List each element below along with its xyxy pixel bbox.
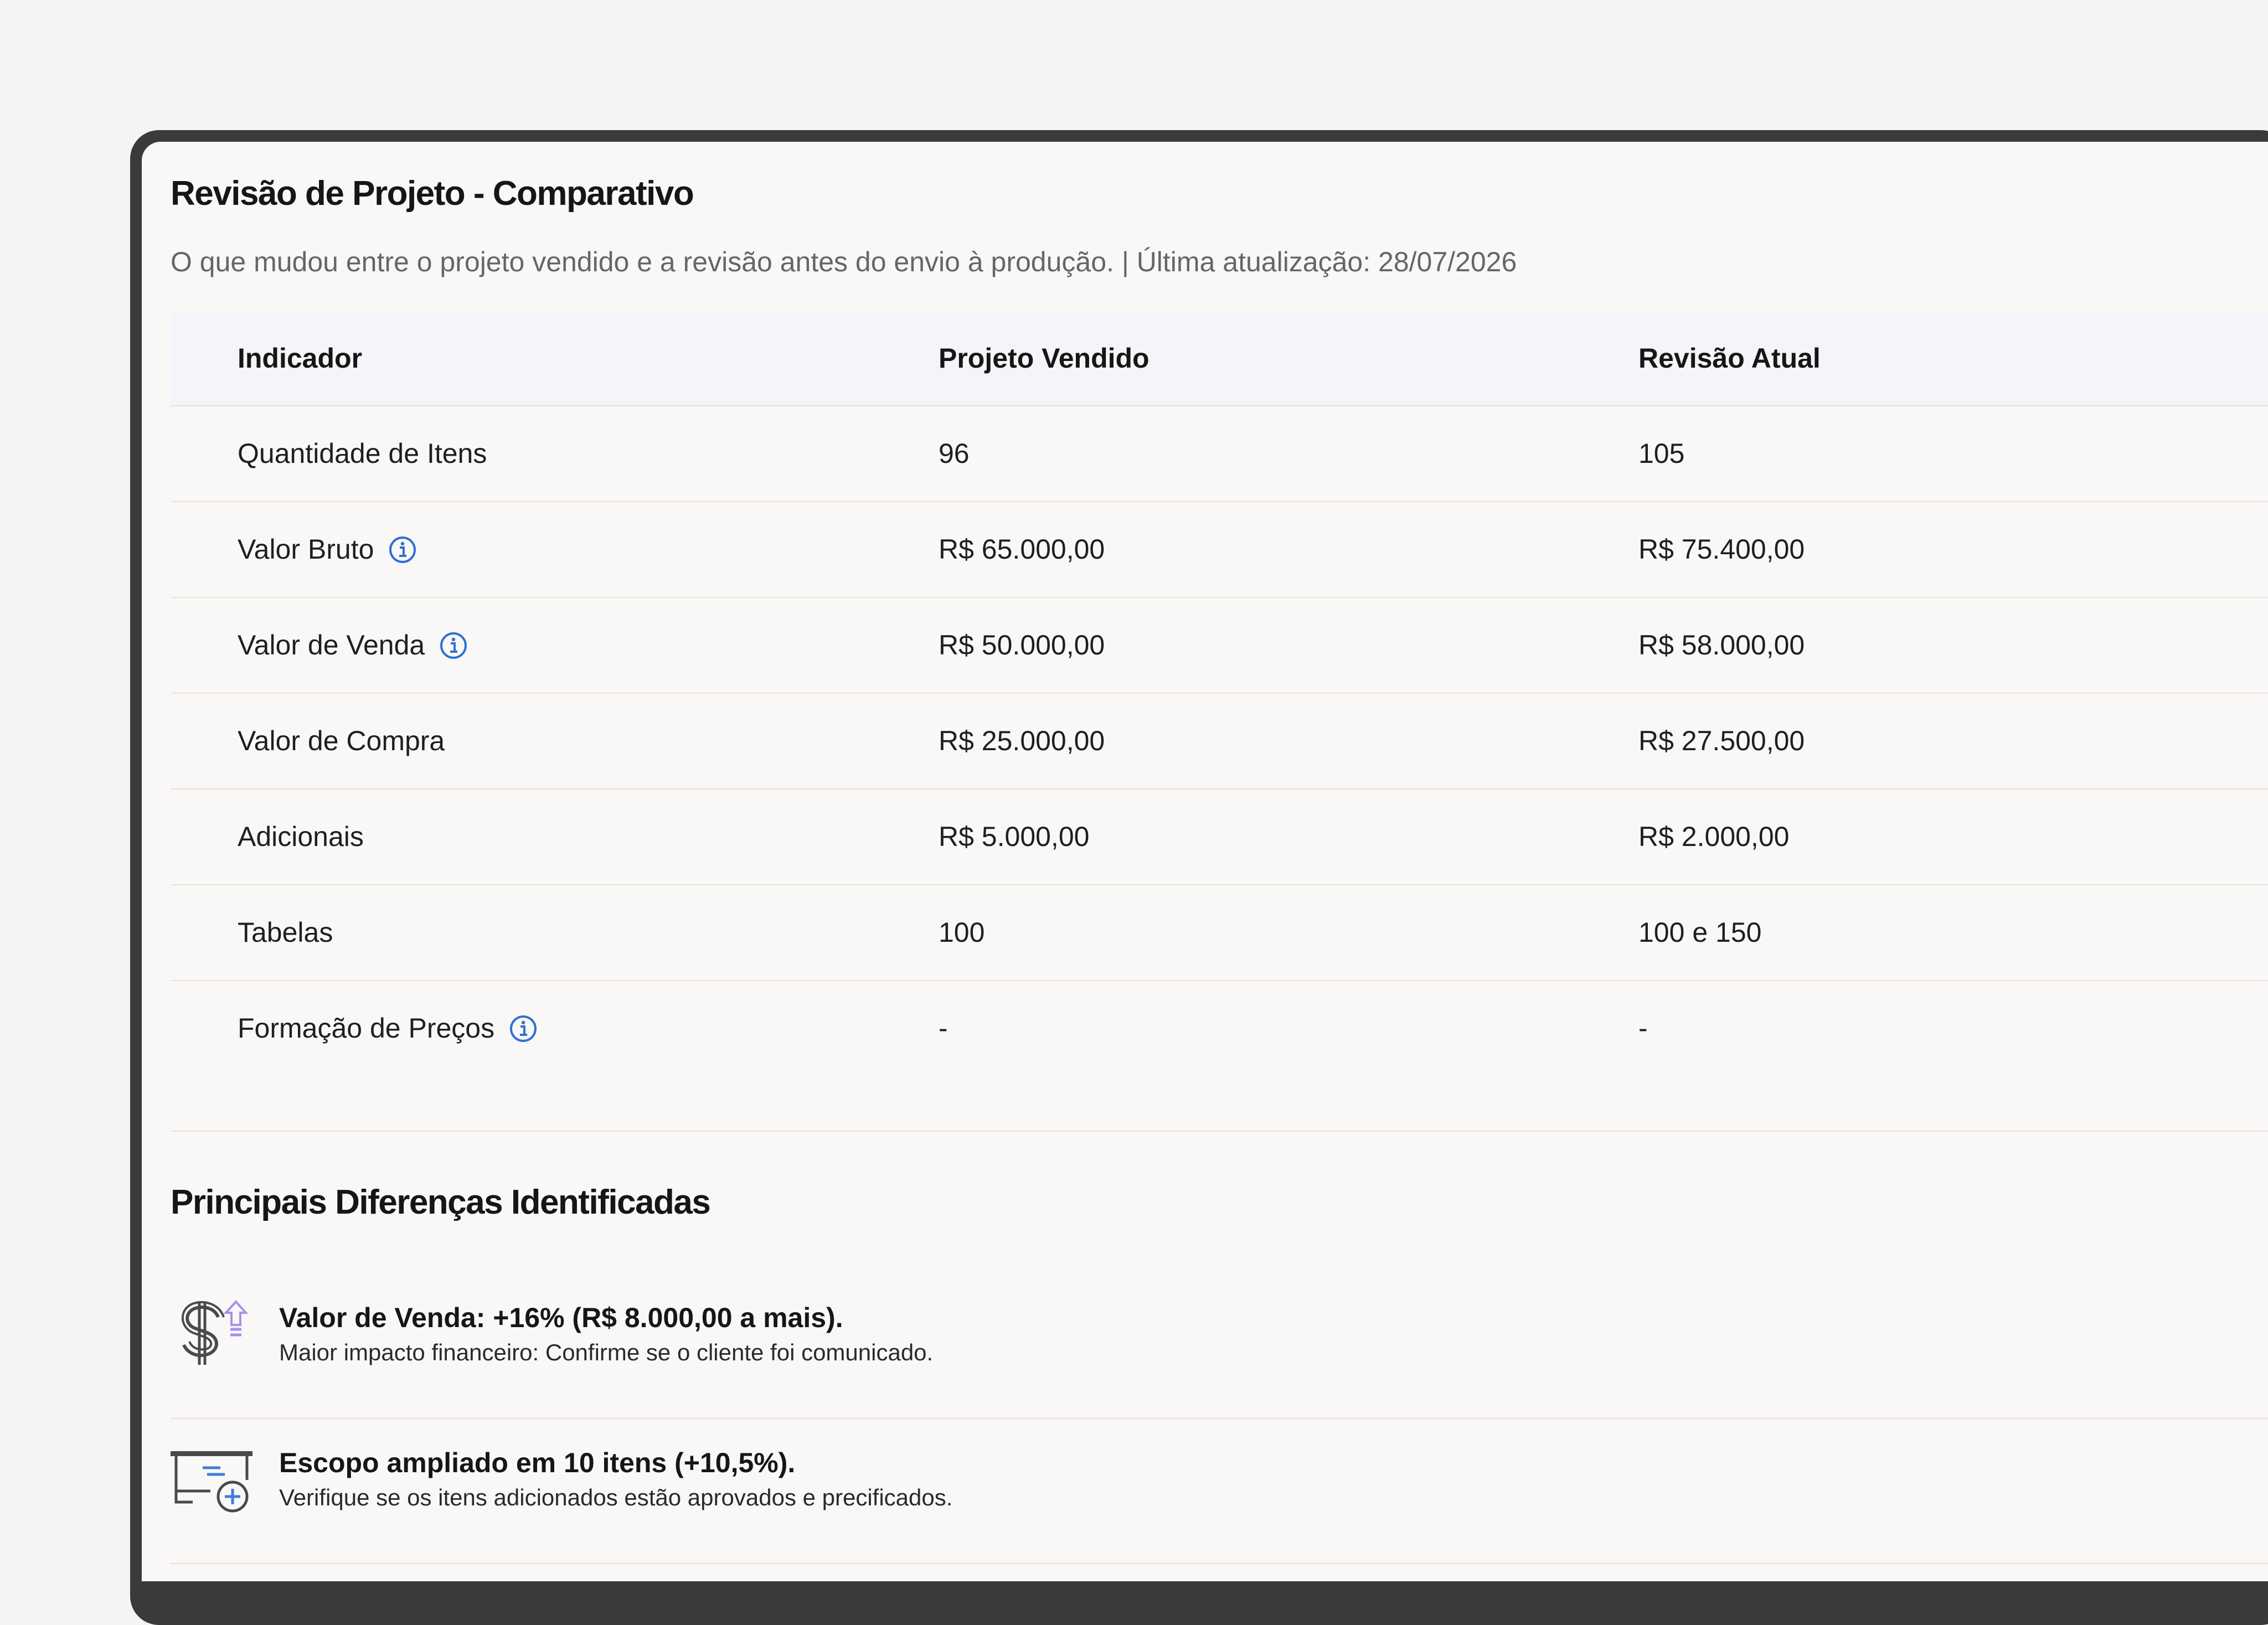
indicator-cell: Quantidade de Itens bbox=[238, 406, 487, 501]
table-header: Indicador Projeto Vendido Revisão Atual bbox=[171, 311, 2268, 406]
indicator-label: Formação de Preços bbox=[238, 1013, 495, 1044]
sold-value-cell: R$ 65.000,00 bbox=[939, 534, 1105, 565]
indicator-label: Valor de Venda bbox=[238, 630, 425, 661]
current-value-cell: R$ 75.400,00 bbox=[1638, 534, 1805, 565]
column-header-sold-project: Projeto Vendido bbox=[939, 343, 1150, 374]
table-row: Quantidade de Itens 96 105 bbox=[171, 406, 2268, 502]
indicator-label: Valor Bruto bbox=[238, 534, 374, 565]
sold-value-cell: - bbox=[939, 1013, 948, 1044]
column-header-current-revision: Revisão Atual bbox=[1638, 343, 1821, 374]
differences-title: Principais Diferenças Identificadas bbox=[171, 1183, 711, 1221]
indicator-label: Valor de Compra bbox=[238, 725, 445, 756]
info-icon[interactable] bbox=[388, 535, 417, 564]
indicator-cell: Tabelas bbox=[238, 885, 333, 980]
current-value-cell: R$ 2.000,00 bbox=[1638, 821, 1790, 852]
difference-detail: Verifique se os itens adicionados estão … bbox=[279, 1484, 953, 1510]
difference-detail: Maior impacto financeiro: Confirme se o … bbox=[279, 1339, 934, 1365]
indicator-cell: Valor de Venda bbox=[238, 598, 468, 693]
sold-value-cell: R$ 50.000,00 bbox=[939, 630, 1105, 661]
indicator-cell: Valor Bruto bbox=[238, 502, 417, 597]
table-row: Formação de Preços - - bbox=[171, 981, 2268, 1132]
column-header-indicator: Indicador bbox=[238, 343, 363, 374]
table-row: Adicionais R$ 5.000,00 R$ 2.000,00 bbox=[171, 790, 2268, 885]
info-icon[interactable] bbox=[439, 631, 468, 660]
list-item: Valor de Venda: +16% (R$ 8.000,00 a mais… bbox=[171, 1274, 2268, 1419]
indicator-cell: Adicionais bbox=[238, 790, 364, 884]
current-value-cell: R$ 58.000,00 bbox=[1638, 630, 1805, 661]
difference-headline: Valor de Venda: +16% (R$ 8.000,00 a mais… bbox=[279, 1302, 843, 1333]
indicator-label: Adicionais bbox=[238, 821, 364, 852]
table-row: Valor de Venda R$ 50.000,00 R$ 58.000,00 bbox=[171, 598, 2268, 694]
sold-value-cell: 100 bbox=[939, 917, 985, 948]
app-screen: Revisão de Projeto - Comparativo O que m… bbox=[142, 142, 2268, 1581]
info-icon[interactable] bbox=[509, 1014, 538, 1043]
indicator-cell: Valor de Compra bbox=[238, 694, 445, 788]
table-row: Tabelas 100 100 e 150 bbox=[171, 885, 2268, 981]
list-item: Escopo ampliado em 10 itens (+10,5%). Ve… bbox=[171, 1419, 2268, 1564]
current-value-cell: 105 bbox=[1638, 438, 1685, 469]
differences-list: Valor de Venda: +16% (R$ 8.000,00 a mais… bbox=[171, 1274, 2268, 1564]
sold-value-cell: 96 bbox=[939, 438, 970, 469]
page-title: Revisão de Projeto - Comparativo bbox=[171, 174, 694, 213]
comparison-table: Indicador Projeto Vendido Revisão Atual … bbox=[171, 311, 2268, 1132]
indicator-label: Quantidade de Itens bbox=[238, 438, 487, 469]
table-row: Valor de Compra R$ 25.000,00 R$ 27.500,0… bbox=[171, 694, 2268, 790]
current-value-cell: R$ 27.500,00 bbox=[1638, 725, 1805, 756]
indicator-label: Tabelas bbox=[238, 917, 333, 948]
current-value-cell: - bbox=[1638, 1013, 1648, 1044]
add-items-icon bbox=[171, 1435, 254, 1518]
sold-value-cell: R$ 5.000,00 bbox=[939, 821, 1090, 852]
indicator-cell: Formação de Preços bbox=[238, 981, 538, 1076]
current-value-cell: 100 e 150 bbox=[1638, 917, 1762, 948]
difference-headline: Escopo ampliado em 10 itens (+10,5%). bbox=[279, 1447, 796, 1478]
page-subtitle: O que mudou entre o projeto vendido e a … bbox=[171, 246, 1517, 277]
sold-value-cell: R$ 25.000,00 bbox=[939, 725, 1105, 756]
dollar-up-icon bbox=[171, 1289, 254, 1373]
table-row: Valor Bruto R$ 65.000,00 R$ 75.400,00 bbox=[171, 502, 2268, 598]
